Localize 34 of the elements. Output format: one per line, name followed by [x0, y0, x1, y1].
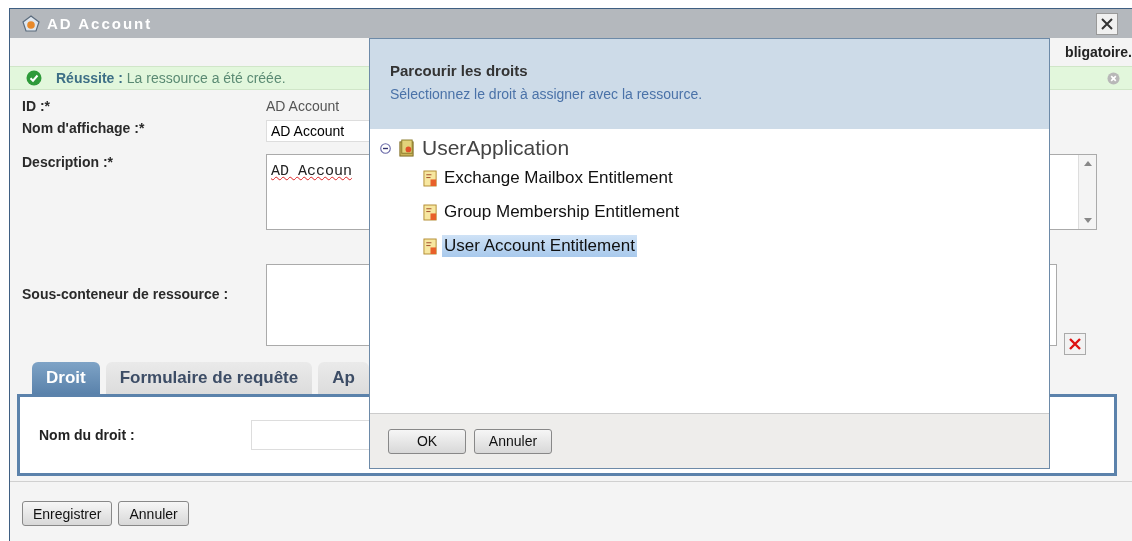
field-label: Description :*	[22, 154, 114, 172]
document-icon	[423, 203, 438, 221]
dialog-button[interactable]: OK	[388, 428, 466, 454]
success-message: Réussite : La ressource a été créée.	[56, 70, 286, 86]
tree-item[interactable]: Group Membership Entitlement	[442, 201, 682, 223]
field-label: Sous-conteneur de ressource :	[22, 286, 230, 302]
required-note: bligatoire.	[1065, 44, 1132, 60]
tree-node[interactable]: UserApplication	[422, 136, 570, 160]
tab[interactable]: Formulaire de requête	[105, 362, 313, 394]
dialog-button[interactable]: Annuler	[474, 428, 552, 454]
tree-item[interactable]: User Account Entitlement	[442, 235, 637, 257]
form-button[interactable]: Annuler	[118, 501, 189, 526]
collapse-icon[interactable]	[380, 142, 391, 154]
field-label: Nom du droit :	[39, 427, 136, 443]
tab[interactable]: Ap	[318, 362, 369, 394]
window-title: AD Account	[47, 15, 153, 32]
form-button[interactable]: Enregistrer	[22, 501, 113, 526]
scroll-down-icon[interactable]	[1083, 218, 1092, 223]
dialog-title: Parcourir les droits	[390, 62, 529, 79]
close-icon	[1100, 16, 1114, 31]
pentagon-icon	[22, 14, 40, 33]
document-icon	[423, 169, 438, 187]
scroll-up-icon[interactable]	[1083, 161, 1092, 166]
field-label: Nom d'affichage :*	[22, 120, 146, 138]
dialog-subtitle: Sélectionnez le droit à assigner avec la ressource.	[390, 86, 704, 102]
remove-icon	[1068, 337, 1082, 351]
package-icon	[398, 138, 415, 158]
field-value: AD Account	[266, 98, 340, 116]
check-icon	[26, 70, 42, 86]
remove-button[interactable]	[1064, 333, 1086, 355]
document-icon	[423, 237, 438, 255]
field-label: ID :*	[22, 98, 51, 116]
close-button[interactable]	[1096, 12, 1118, 35]
tree-item[interactable]: Exchange Mailbox Entitlement	[442, 167, 675, 189]
